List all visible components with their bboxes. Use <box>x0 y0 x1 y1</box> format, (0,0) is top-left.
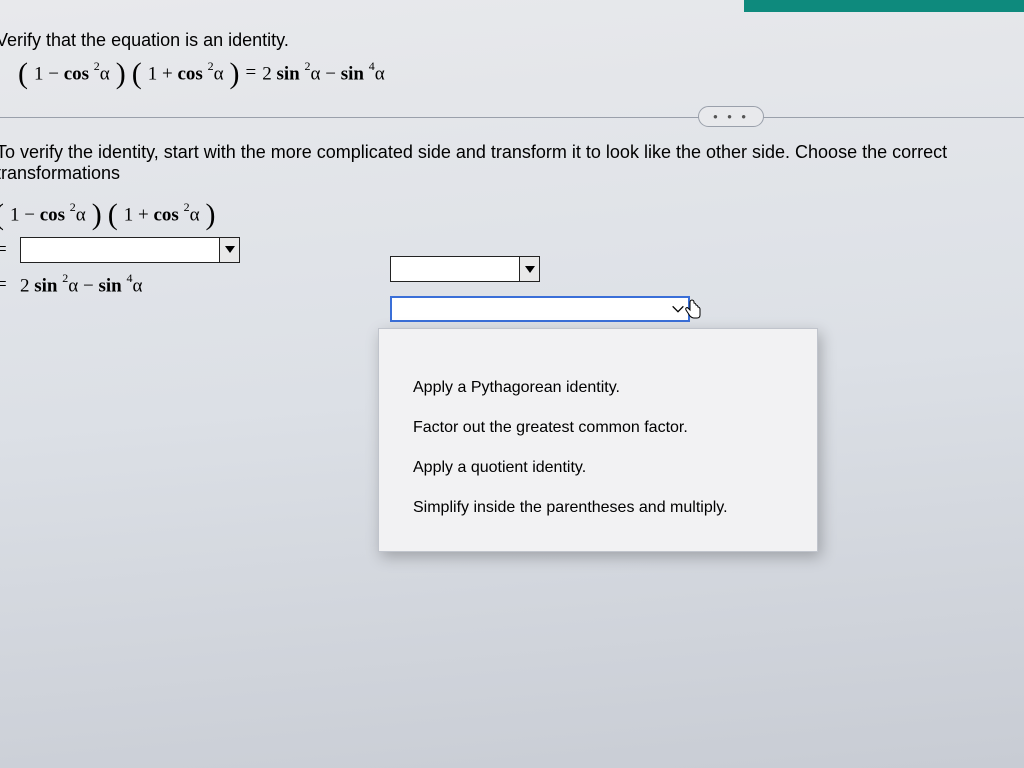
exp: 2 <box>94 59 100 73</box>
reason-2-select[interactable] <box>390 296 690 322</box>
reason-1-select[interactable] <box>390 256 540 282</box>
window-accent-bar <box>744 0 1024 12</box>
coeff: 2 <box>262 63 272 84</box>
problem-statement: Verify that the equation is an identity.… <box>0 0 1024 103</box>
fn-sin: sin <box>34 275 57 296</box>
minus: − <box>325 63 336 84</box>
reason-1-select-wrap <box>390 256 540 286</box>
var-alpha: α <box>375 63 385 84</box>
term: 1 + <box>124 205 149 226</box>
var-alpha: α <box>190 205 200 226</box>
reason-2-dropdown-list[interactable]: Apply a Pythagorean identity. Factor out… <box>378 328 818 552</box>
chevron-down-icon <box>225 246 235 253</box>
equals-sign: = <box>0 274 14 296</box>
fn-cos: cos <box>177 63 202 84</box>
var-alpha: α <box>311 63 321 84</box>
fn-sin: sin <box>98 275 121 296</box>
term: 1 − <box>34 63 59 84</box>
chevron-down-icon <box>670 301 686 317</box>
fn-cos: cos <box>64 63 89 84</box>
minus: − <box>83 275 94 296</box>
dropdown-button[interactable] <box>219 238 239 262</box>
equals-sign: = <box>0 239 14 261</box>
dropdown-option[interactable]: Apply a Pythagorean identity. <box>413 379 783 397</box>
dropdown-button[interactable] <box>668 298 688 320</box>
dropdown-option[interactable]: Apply a quotient identity. <box>413 459 783 477</box>
select-field[interactable] <box>392 298 668 320</box>
select-field[interactable] <box>21 238 219 262</box>
var-alpha: α <box>68 275 78 296</box>
more-options-button[interactable]: • • • <box>698 106 764 127</box>
var-alpha: α <box>214 63 224 84</box>
exp: 2 <box>208 59 214 73</box>
exp: 4 <box>369 59 375 73</box>
dropdown-button[interactable] <box>519 257 539 281</box>
section-divider: • • • <box>0 117 1024 118</box>
fn-sin: sin <box>277 63 300 84</box>
step-1-answer-select[interactable] <box>20 237 240 263</box>
equals-sign: = <box>246 62 257 84</box>
instruction-text: To verify the identity, start with the m… <box>0 142 1024 184</box>
problem-title: Verify that the equation is an identity. <box>0 30 1024 51</box>
exp: 4 <box>126 271 132 285</box>
exp: 2 <box>70 200 76 214</box>
var-alpha: α <box>132 275 142 296</box>
term: 1 − <box>10 205 35 226</box>
select-field[interactable] <box>391 257 519 281</box>
term: 1 + <box>148 63 173 84</box>
main-equation: ( 1 − cos 2α ) ( 1 + cos 2α ) = 2 sin 2α… <box>0 61 1024 85</box>
exp: 2 <box>305 59 311 73</box>
exp: 2 <box>62 271 68 285</box>
work-line-1: ( 1 − cos 2α ) ( 1 + cos 2α ) <box>0 202 1024 226</box>
fn-cos: cos <box>153 205 178 226</box>
dropdown-option[interactable]: Factor out the greatest common factor. <box>413 419 783 437</box>
fn-cos: cos <box>40 205 65 226</box>
dropdown-option[interactable]: Simplify inside the parentheses and mult… <box>413 499 783 517</box>
var-alpha: α <box>100 63 110 84</box>
var-alpha: α <box>76 205 86 226</box>
chevron-down-icon <box>525 266 535 273</box>
coeff: 2 <box>20 275 30 296</box>
fn-sin: sin <box>341 63 364 84</box>
exp: 2 <box>184 200 190 214</box>
